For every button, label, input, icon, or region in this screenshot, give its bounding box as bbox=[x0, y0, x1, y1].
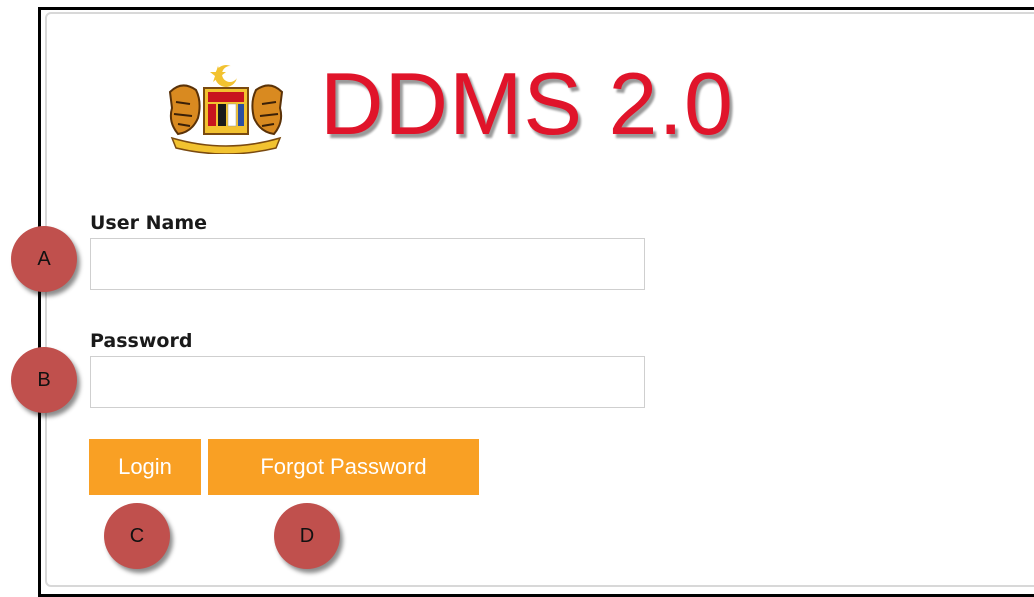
annotation-marker-c: C bbox=[104, 503, 170, 569]
username-label: User Name bbox=[90, 212, 208, 234]
login-button[interactable]: Login bbox=[89, 439, 201, 495]
username-input[interactable] bbox=[90, 238, 645, 290]
annotation-marker-a: A bbox=[11, 226, 77, 292]
forgot-password-button[interactable]: Forgot Password bbox=[208, 439, 479, 495]
password-label: Password bbox=[90, 330, 193, 352]
password-input[interactable] bbox=[90, 356, 645, 408]
annotation-marker-d: D bbox=[274, 503, 340, 569]
coat-of-arms-icon bbox=[168, 65, 284, 154]
annotation-marker-b: B bbox=[11, 347, 77, 413]
app-title: DDMS 2.0 bbox=[320, 54, 734, 153]
